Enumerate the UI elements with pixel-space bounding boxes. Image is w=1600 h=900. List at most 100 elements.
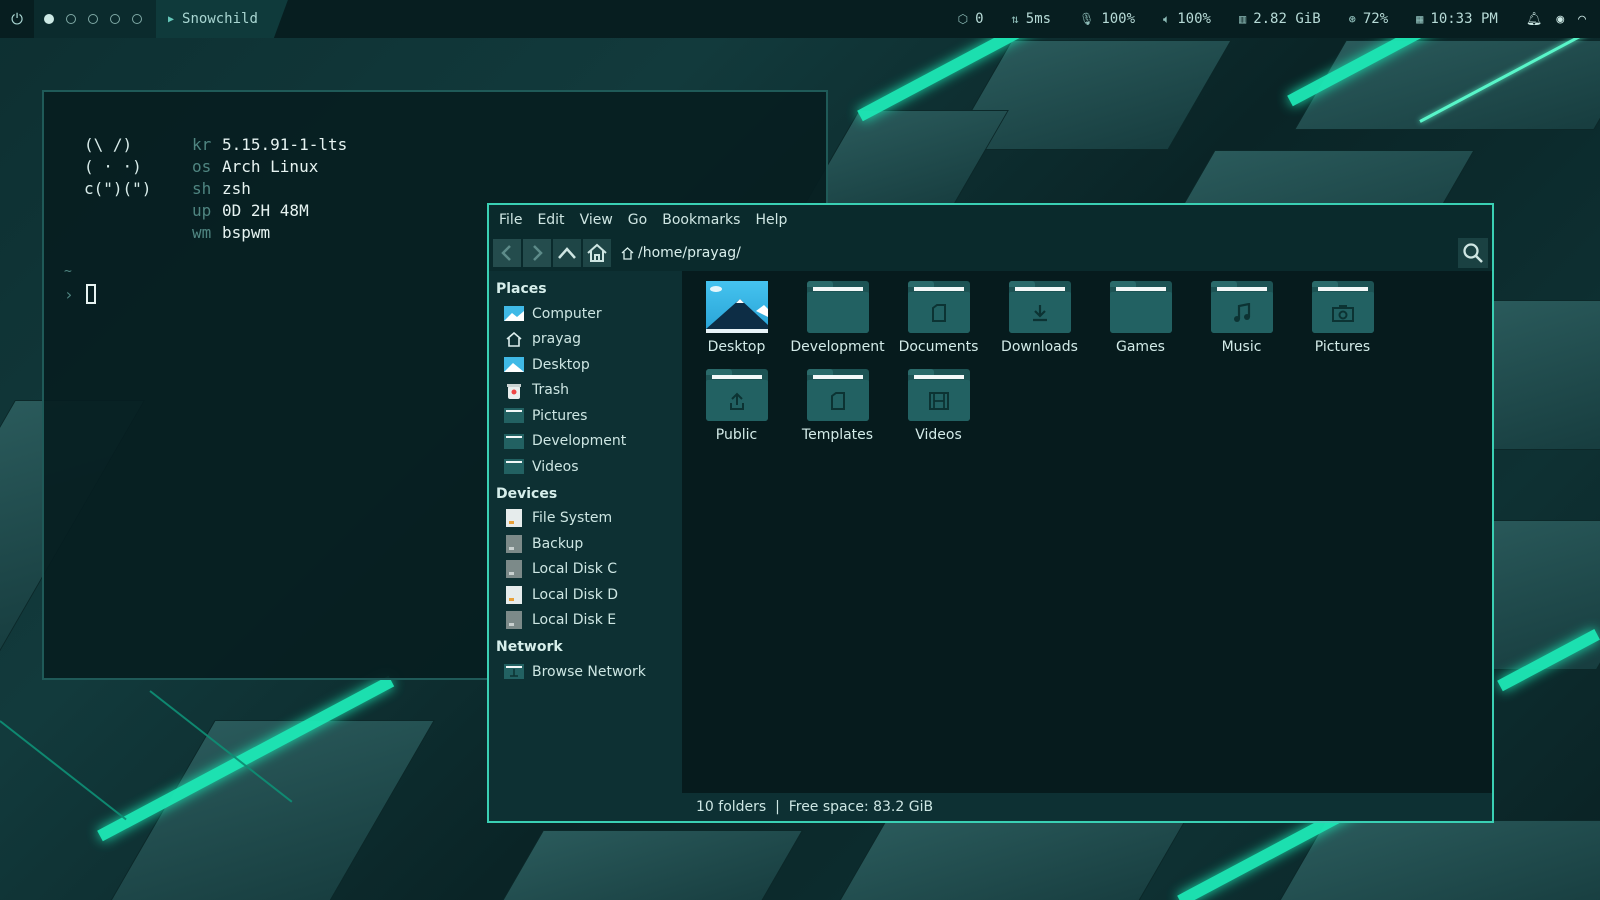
folder-icon [806,281,869,333]
up-button[interactable] [553,239,581,267]
devices-heading: Devices [496,485,558,502]
shell-prompt[interactable]: › [64,284,96,304]
wifi-icon[interactable]: ◠ [1578,12,1586,27]
sidebar-item-development[interactable]: Development [489,429,682,455]
file-item-label: Videos [915,427,962,443]
ping-module[interactable]: ⇅ 5ms [998,11,1066,27]
ascii-line: c(")(") [84,179,152,198]
memory-module[interactable]: ▥ 2.82 GiB [1225,11,1335,27]
file-item-label: Public [715,427,758,443]
document-icon [907,281,970,333]
volume-module[interactable]: 🔈︎ 100% [1149,11,1225,27]
sidebar-item-file-system[interactable]: File System [489,506,682,532]
share-icon [705,369,768,421]
play-icon: ▶ [168,13,175,25]
sidebar-item-computer[interactable]: Computer [489,301,682,327]
file-item-videos[interactable]: Videos [888,369,989,443]
sidebar-item-local-disk-e[interactable]: Local Disk E [489,608,682,634]
home-button[interactable] [583,239,611,267]
folder-icon [1109,281,1172,333]
discord-icon[interactable]: ◉ [1556,12,1564,27]
sidebar-item-label: Pictures [532,407,588,424]
sidebar-item-backup[interactable]: Backup [489,531,682,557]
sidebar-item-local-disk-c[interactable]: Local Disk C [489,557,682,583]
sidebar-item-browse-network[interactable]: Browse Network [489,659,682,685]
updates-module[interactable]: ⬡ 0 [944,11,998,27]
drive-icon [504,534,524,553]
cpu-module[interactable]: ⊛ 72% [1335,11,1403,27]
file-item-documents[interactable]: Documents [888,281,989,355]
menu-edit[interactable]: Edit [537,212,564,228]
menu-view[interactable]: View [580,212,613,228]
info-key: sh [192,179,212,198]
file-item-downloads[interactable]: Downloads [989,281,1090,355]
power-icon[interactable]: ⏻ [0,0,34,38]
menu-file[interactable]: File [499,212,522,228]
sidebar-item-label: Local Disk D [532,586,619,603]
menu-bar: File Edit View Go Bookmarks Help [489,205,1492,235]
memory-icon: ▥ [1238,12,1247,26]
sidebar-item-label: Desktop [532,356,590,373]
workspace-1[interactable] [44,14,54,24]
file-item-pictures[interactable]: Pictures [1292,281,1393,355]
workspace-3[interactable] [88,14,98,24]
sidebar-item-trash[interactable]: Trash [489,378,682,404]
sidebar-item-local-disk-d[interactable]: Local Disk D [489,582,682,608]
sidebar-item-prayag[interactable]: prayag [489,327,682,353]
location-path: /home/prayag/ [638,245,741,261]
forward-button[interactable] [523,239,551,267]
menu-bookmarks[interactable]: Bookmarks [662,212,740,228]
file-item-desktop[interactable]: Desktop [686,281,787,355]
desktop-icon [705,281,768,333]
mic-module[interactable]: 🎙︎ 100% [1065,11,1149,27]
microphone-icon: 🎙︎ [1079,12,1095,26]
sidebar-item-label: Backup [532,535,584,552]
music-icon [1210,281,1273,333]
workspace-4[interactable] [110,14,120,24]
ascii-bunny: (\ /) ( · ·) c(")(") [84,134,192,244]
volume-icon: 🔈︎ [1163,11,1171,26]
info-key: wm [192,223,212,242]
workspace-5[interactable] [132,14,142,24]
sidebar-item-label: Local Disk E [532,612,617,629]
window-title-text: Snowchild [182,11,258,27]
prompt-directory: ~ [64,264,72,279]
sidebar-item-label: Computer [532,305,602,322]
menu-go[interactable]: Go [628,212,647,228]
workspace-2[interactable] [66,14,76,24]
file-grid: Desktop Development Documents Downloads … [686,281,1393,443]
menu-help[interactable]: Help [755,212,787,228]
clock-value: 10:33 PM [1430,11,1498,27]
ascii-line: ( · ·) [84,157,142,176]
workspace-switcher [34,0,156,38]
active-window-title: ▶ Snowchild [156,0,288,38]
clock-module[interactable]: ▦ 10:33 PM [1402,11,1512,27]
bell-icon[interactable]: 🔔︎ [1526,12,1543,27]
sidebar-item-label: Trash [532,382,569,399]
file-item-music[interactable]: Music [1191,281,1292,355]
file-item-templates[interactable]: Templates [787,369,888,443]
back-button[interactable] [493,239,521,267]
file-item-games[interactable]: Games [1090,281,1191,355]
network-folder-icon [504,664,524,680]
chevron-left-icon [501,245,511,261]
sidebar-item-pictures[interactable]: Pictures [489,403,682,429]
sidebar-item-videos[interactable]: Videos [489,454,682,480]
location-bar[interactable]: /home/prayag/ [621,239,1458,267]
info-value: zsh [222,179,251,198]
sidebar-item-label: Local Disk C [532,561,618,578]
download-icon [1008,281,1071,333]
network-icon: ⇅ [1011,12,1019,26]
file-item-label: Pictures [1314,339,1371,355]
file-item-public[interactable]: Public [686,369,787,443]
status-modules: ⬡ 0 ⇅ 5ms 🎙︎ 100% 🔈︎ 100% ▥ 2.82 GiB ⊛ 72% ▦ 10… [944,0,1512,38]
ping-value: 5ms [1025,11,1052,27]
text-cursor [85,284,96,304]
file-item-development[interactable]: Development [787,281,888,355]
memory-value: 2.82 GiB [1253,11,1321,27]
updates-count: 0 [975,11,984,27]
file-item-label: Documents [898,339,979,355]
sidebar-item-desktop[interactable]: Desktop [489,352,682,378]
search-button[interactable] [1458,238,1488,268]
toolbar: /home/prayag/ [489,235,1492,271]
